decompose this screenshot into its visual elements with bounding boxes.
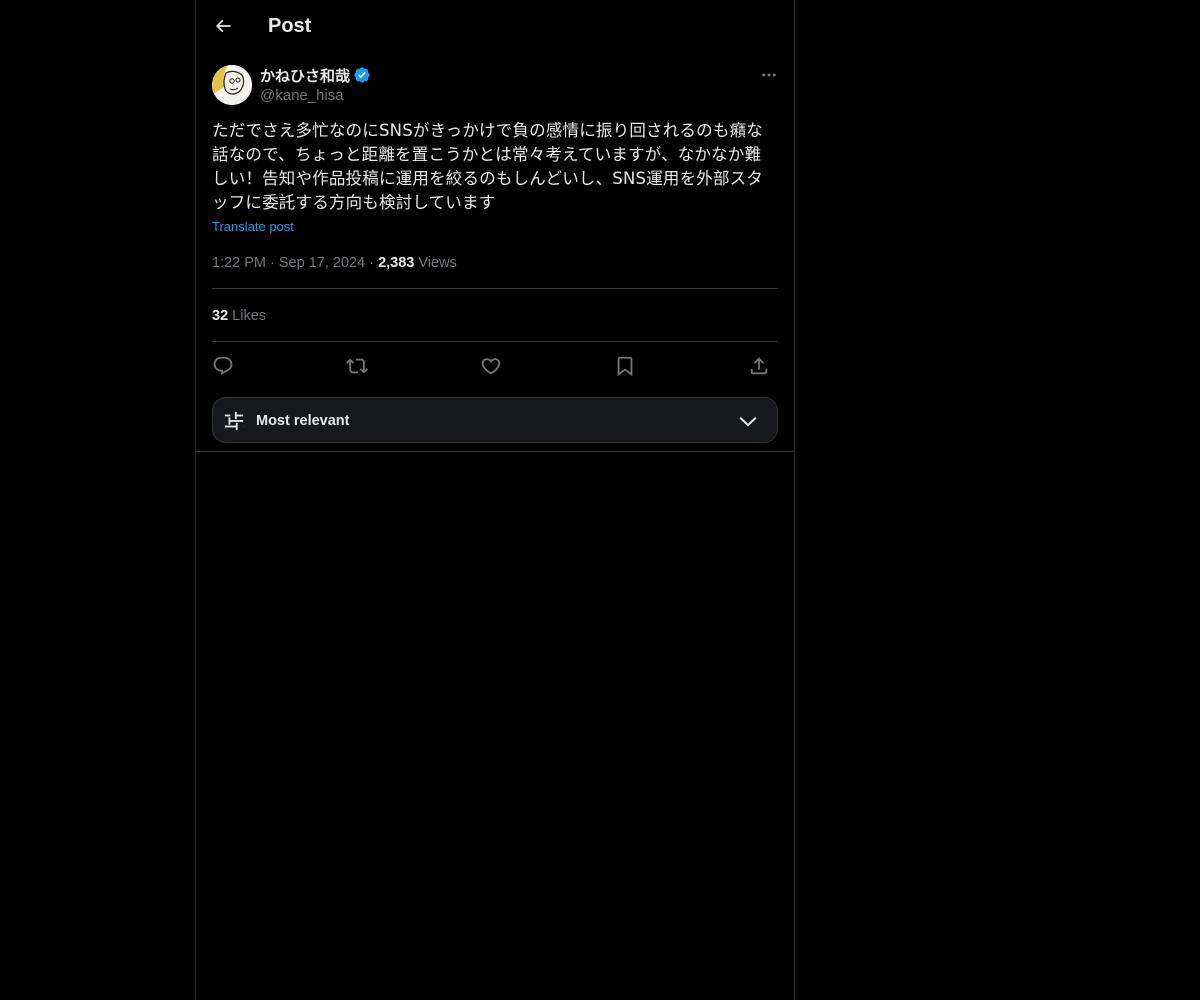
avatar-image <box>212 65 252 105</box>
translate-post-link[interactable]: Translate post <box>212 218 294 236</box>
replies-sort-dropdown[interactable]: Most relevant <box>212 397 778 443</box>
post-actions <box>212 351 778 381</box>
reply-button[interactable] <box>208 351 238 381</box>
page-title: Post <box>268 15 312 37</box>
verified-badge-icon <box>354 67 370 83</box>
sliders-icon <box>224 411 244 431</box>
share-button[interactable] <box>744 351 774 381</box>
more-icon <box>762 73 776 77</box>
post-meta: 1:22 PM · Sep 17, 2024 · 2,383 Views <box>212 253 457 273</box>
separator-dot: · <box>369 255 379 271</box>
more-options-button[interactable] <box>752 63 786 87</box>
post-time[interactable]: 1:22 PM <box>212 255 266 271</box>
like-icon <box>481 358 501 375</box>
views-label: Views <box>418 255 457 271</box>
repost-icon <box>346 358 368 374</box>
bookmark-icon <box>617 356 633 377</box>
likes-label: Likes <box>232 308 267 324</box>
like-button[interactable] <box>476 351 506 381</box>
post-date[interactable]: Sep 17, 2024 <box>279 255 365 271</box>
chevron-down-icon <box>739 417 757 427</box>
views-count: 2,383 <box>378 255 415 271</box>
reply-icon <box>213 356 233 375</box>
likes-count: 32 <box>212 308 229 324</box>
section-divider <box>196 451 794 452</box>
page-header: Post <box>196 0 794 53</box>
author-name[interactable]: かねひさ和哉 <box>260 66 350 86</box>
author-handle[interactable]: @kane_hisa <box>260 86 344 106</box>
repost-button[interactable] <box>342 351 372 381</box>
divider <box>212 341 778 342</box>
sort-label: Most relevant <box>256 413 350 429</box>
main-column: Post かねひさ和哉 @kane_hisa ただでさえ多忙なのにSNSがきっか… <box>195 0 795 1000</box>
likes-link[interactable]: 32 Likes <box>212 306 266 326</box>
separator-dot: · <box>270 255 279 271</box>
post-text: ただでさえ多忙なのにSNSがきっかけで負の感情に振り回されるのも癪な 話なので、… <box>212 121 764 212</box>
arrow-left-icon <box>215 19 231 33</box>
share-icon <box>750 357 768 375</box>
back-button[interactable] <box>206 9 240 43</box>
bookmark-button[interactable] <box>610 351 640 381</box>
divider <box>212 288 778 289</box>
avatar[interactable] <box>212 65 252 105</box>
